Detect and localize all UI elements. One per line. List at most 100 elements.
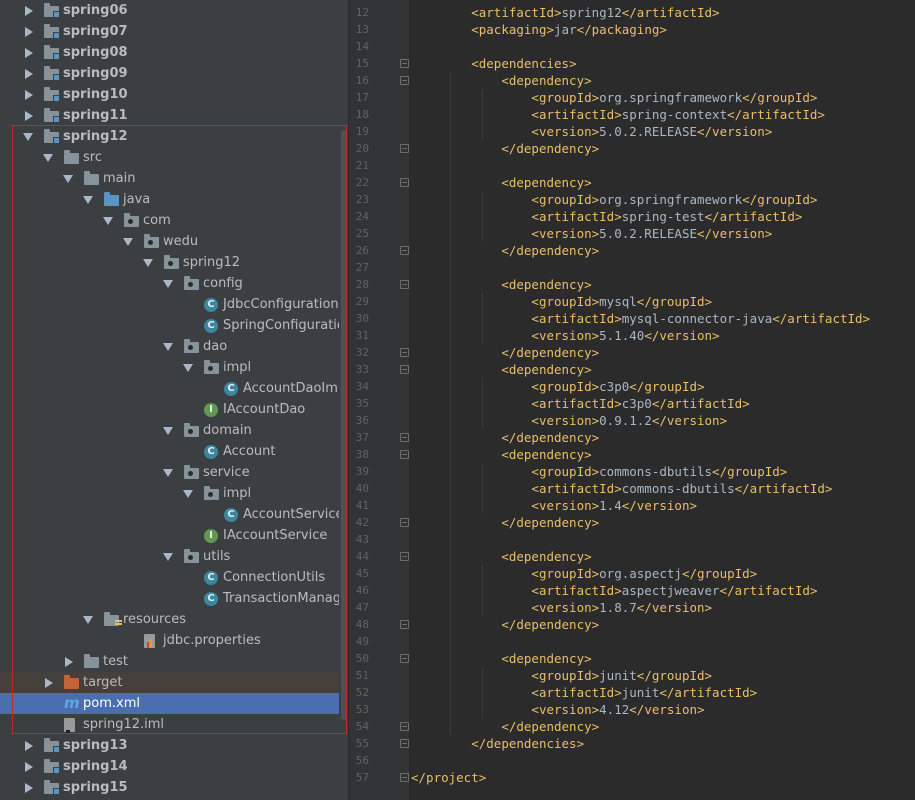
code-line[interactable]: <version>5.1.40</version> — [411, 327, 719, 344]
scrollbar-thumb[interactable] — [341, 130, 347, 720]
code-line[interactable]: <dependency> — [411, 174, 591, 191]
expand-arrow-icon[interactable] — [183, 490, 193, 498]
tree-row[interactable]: resources — [0, 609, 348, 630]
fold-marker-icon[interactable] — [400, 433, 409, 442]
code-editor[interactable]: <artifactId>spring12</artifactId> <packa… — [409, 0, 915, 800]
code-line[interactable]: <artifactId>aspectjweaver</artifactId> — [411, 582, 817, 599]
code-line[interactable]: </dependency> — [411, 616, 599, 633]
tree-row[interactable]: spring11 — [0, 105, 348, 126]
fold-marker-icon[interactable] — [400, 552, 409, 561]
tree-row[interactable]: m pom.xml — [0, 693, 348, 714]
tree-row[interactable]: spring10 — [0, 84, 348, 105]
expand-arrow-icon[interactable] — [183, 364, 193, 372]
tree-row[interactable]: spring06 — [0, 0, 348, 21]
fold-marker-icon[interactable] — [400, 246, 409, 255]
code-line[interactable]: </dependency> — [411, 718, 599, 735]
code-line[interactable]: <dependency> — [411, 72, 591, 89]
tree-row[interactable]: com — [0, 210, 348, 231]
tree-row[interactable]: I IAccountDao — [0, 399, 348, 420]
code-line[interactable]: <groupId>mysql</groupId> — [411, 293, 712, 310]
collapse-arrow-icon[interactable] — [25, 90, 33, 100]
tree-row[interactable]: domain — [0, 420, 348, 441]
collapse-arrow-icon[interactable] — [25, 111, 33, 121]
tree-row[interactable]: spring12 — [0, 252, 348, 273]
expand-arrow-icon[interactable] — [143, 259, 153, 267]
code-line[interactable]: <artifactId>spring-context</artifactId> — [411, 106, 825, 123]
expand-arrow-icon[interactable] — [83, 616, 93, 624]
fold-marker-icon[interactable] — [400, 76, 409, 85]
collapse-arrow-icon[interactable] — [25, 783, 33, 793]
tree-row[interactable]: wedu — [0, 231, 348, 252]
tree-row[interactable]: java — [0, 189, 348, 210]
fold-marker-icon[interactable] — [400, 722, 409, 731]
project-tree-scrollbar[interactable] — [339, 0, 348, 800]
fold-marker-icon[interactable] — [400, 178, 409, 187]
code-line[interactable]: <groupId>org.springframework</groupId> — [411, 191, 817, 208]
tree-row[interactable]: service — [0, 462, 348, 483]
expand-arrow-icon[interactable] — [163, 469, 173, 477]
tree-row[interactable]: impl — [0, 357, 348, 378]
code-line[interactable]: <artifactId>spring-test</artifactId> — [411, 208, 802, 225]
tree-row[interactable]: spring07 — [0, 21, 348, 42]
code-line[interactable]: <groupId>junit</groupId> — [411, 667, 712, 684]
tree-row[interactable]: test — [0, 651, 348, 672]
tree-row[interactable]: spring08 — [0, 42, 348, 63]
code-line[interactable]: <packaging>jar</packaging> — [411, 21, 667, 38]
code-line[interactable]: </dependency> — [411, 140, 599, 157]
expand-arrow-icon[interactable] — [123, 238, 133, 246]
code-line[interactable]: </project> — [411, 769, 486, 786]
code-line[interactable]: <version>1.4</version> — [411, 497, 697, 514]
tree-row[interactable]: C SpringConfiguration — [0, 315, 348, 336]
tree-row[interactable]: C JdbcConfiguration — [0, 294, 348, 315]
tree-row[interactable]: config — [0, 273, 348, 294]
code-line[interactable]: <version>4.12</version> — [411, 701, 704, 718]
tree-row[interactable]: C AccountServiceImpl — [0, 504, 348, 525]
tree-row[interactable]: dao — [0, 336, 348, 357]
code-line[interactable]: </dependency> — [411, 429, 599, 446]
code-line[interactable]: <version>5.0.2.RELEASE</version> — [411, 225, 772, 242]
tree-row[interactable]: spring15 — [0, 777, 348, 798]
code-line[interactable]: <dependency> — [411, 361, 591, 378]
fold-marker-icon[interactable] — [400, 620, 409, 629]
tree-row[interactable]: spring13 — [0, 735, 348, 756]
tree-row[interactable]: utils — [0, 546, 348, 567]
collapse-arrow-icon[interactable] — [65, 657, 73, 667]
fold-marker-icon[interactable] — [400, 518, 409, 527]
fold-marker-icon[interactable] — [400, 59, 409, 68]
expand-arrow-icon[interactable] — [163, 427, 173, 435]
fold-marker-icon[interactable] — [400, 739, 409, 748]
fold-marker-icon[interactable] — [400, 773, 409, 782]
expand-arrow-icon[interactable] — [43, 154, 53, 162]
fold-marker-icon[interactable] — [400, 450, 409, 459]
code-line[interactable]: <artifactId>c3p0</artifactId> — [411, 395, 749, 412]
fold-marker-icon[interactable] — [400, 348, 409, 357]
tree-row[interactable]: spring12 — [0, 126, 348, 147]
tree-row[interactable]: spring09 — [0, 63, 348, 84]
code-line[interactable]: <groupId>org.springframework</groupId> — [411, 89, 817, 106]
tree-row[interactable]: C Account — [0, 441, 348, 462]
fold-marker-icon[interactable] — [400, 365, 409, 374]
expand-arrow-icon[interactable] — [163, 553, 173, 561]
tree-row[interactable]: src — [0, 147, 348, 168]
code-line[interactable]: <groupId>c3p0</groupId> — [411, 378, 704, 395]
code-line[interactable]: <dependencies> — [411, 55, 576, 72]
tree-row[interactable]: main — [0, 168, 348, 189]
fold-marker-icon[interactable] — [400, 280, 409, 289]
tree-row[interactable]: impl — [0, 483, 348, 504]
code-line[interactable]: <artifactId>commons-dbutils</artifactId> — [411, 480, 832, 497]
code-line[interactable]: <version>0.9.1.2</version> — [411, 412, 727, 429]
collapse-arrow-icon[interactable] — [25, 69, 33, 79]
tree-row[interactable]: spring14 — [0, 756, 348, 777]
code-line[interactable]: <version>1.8.7</version> — [411, 599, 712, 616]
code-line[interactable]: <groupId>commons-dbutils</groupId> — [411, 463, 787, 480]
expand-arrow-icon[interactable] — [163, 280, 173, 288]
expand-arrow-icon[interactable] — [163, 343, 173, 351]
code-line[interactable]: <artifactId>spring12</artifactId> — [411, 4, 719, 21]
code-line[interactable]: <dependency> — [411, 650, 591, 667]
code-line[interactable]: </dependency> — [411, 514, 599, 531]
collapse-arrow-icon[interactable] — [25, 48, 33, 58]
expand-arrow-icon[interactable] — [83, 196, 93, 204]
fold-marker-icon[interactable] — [400, 654, 409, 663]
tree-row[interactable]: C AccountDaoImpl — [0, 378, 348, 399]
code-line[interactable]: </dependency> — [411, 242, 599, 259]
